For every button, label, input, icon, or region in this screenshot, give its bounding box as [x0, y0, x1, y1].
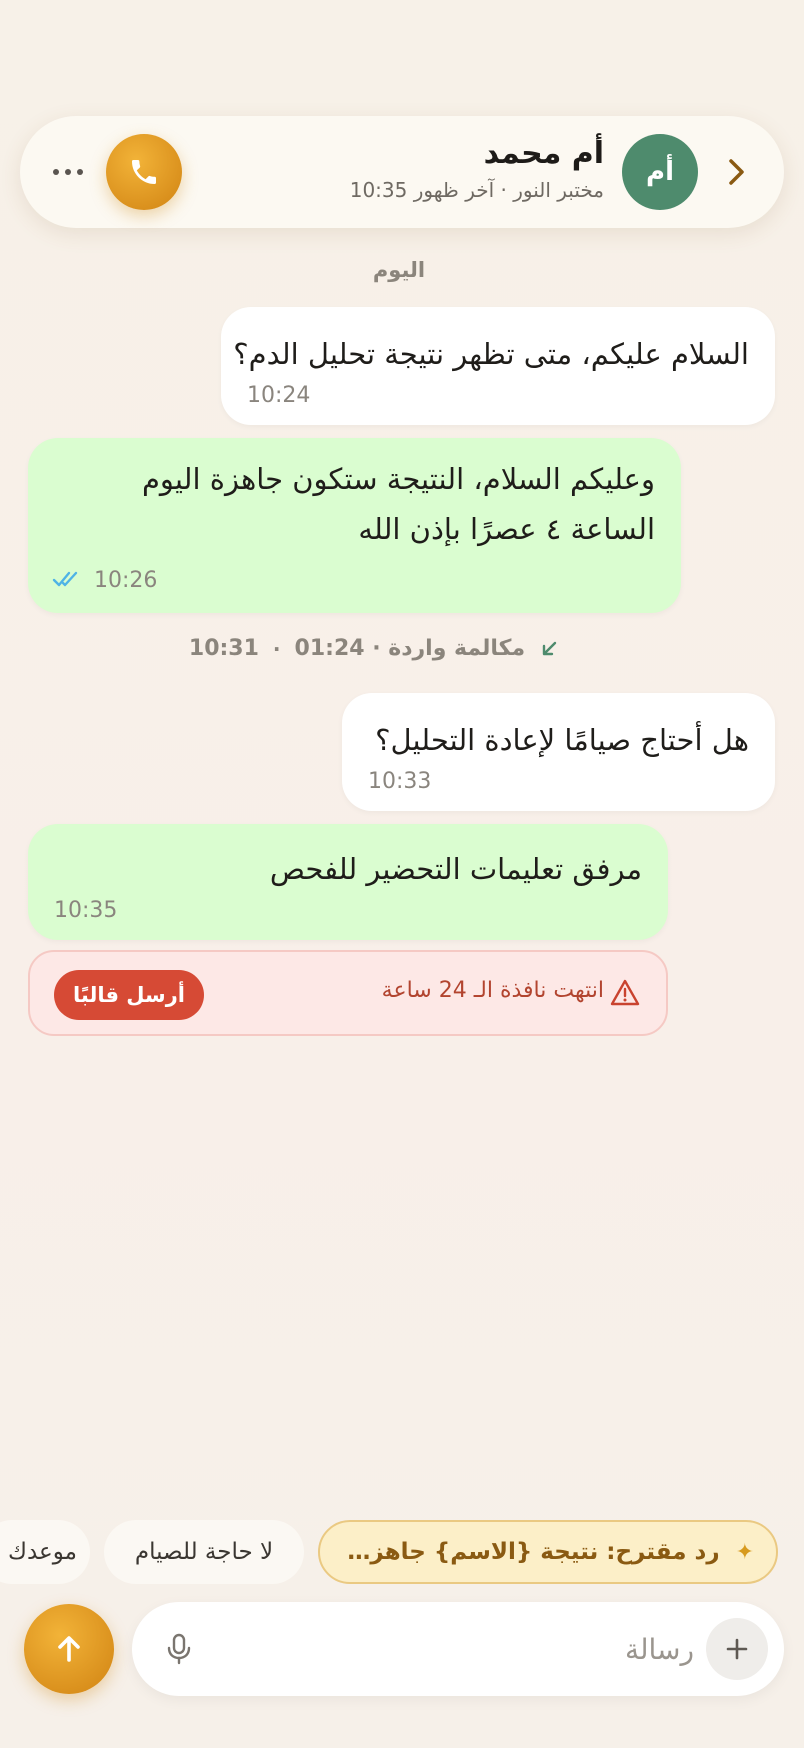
sparkle-icon: ✦ — [735, 1539, 754, 1565]
call-event-time: 10:31 — [188, 636, 259, 661]
attach-button[interactable] — [706, 1618, 768, 1680]
send-button[interactable] — [24, 1604, 114, 1694]
arrow-up-icon — [58, 1636, 80, 1662]
send-template-button[interactable]: أرسل قالبًا — [54, 970, 204, 1020]
more-icon-dot — [77, 169, 83, 175]
message-time: 10:26 — [94, 568, 158, 593]
arrow-down-left-icon — [542, 641, 557, 655]
call-event: 10:31 · مكالمة واردة · 01:24 — [0, 636, 804, 661]
message-bubble-incoming[interactable]: هل أحتاج صيامًا لإعادة التحليل؟ 10:33 — [342, 693, 775, 811]
message-bubble-incoming[interactable]: السلام عليكم، متى تظهر نتيجة تحليل الدم؟… — [221, 307, 775, 425]
back-button[interactable] — [716, 152, 756, 192]
call-button[interactable] — [106, 134, 182, 210]
message-time: 10:35 — [54, 898, 118, 923]
message-bubble-outgoing[interactable]: مرفق تعليمات التحضير للفحص 10:35 — [28, 824, 668, 940]
message-text: هل أحتاج صيامًا لإعادة التحليل؟ — [375, 723, 749, 757]
message-composer — [132, 1602, 784, 1696]
double-check-icon — [52, 571, 78, 587]
avatar-initials: أم — [646, 157, 674, 187]
contact-subtitle: مختبر النور · آخر ظهور 10:35 — [349, 178, 604, 202]
phone-icon — [132, 160, 156, 184]
warning-text: انتهت نافذة الـ 24 ساعة — [381, 978, 604, 1003]
plus-icon — [726, 1638, 748, 1660]
chip-label: رد مقترح: نتيجة {الاسم} جاهزة اليوم... — [338, 1539, 720, 1565]
day-label: اليوم — [372, 258, 426, 282]
separator-dot: · — [272, 636, 281, 661]
quick-reply-chip[interactable]: لا حاجة للصيام — [104, 1520, 304, 1584]
more-icon-dot — [65, 169, 71, 175]
call-event-label: مكالمة واردة · 01:24 — [294, 636, 526, 661]
quick-reply-chip[interactable]: موعدك — [0, 1520, 90, 1584]
message-text: السلام عليكم، متى تظهر نتيجة تحليل الدم؟ — [233, 337, 749, 371]
chat-header: أم محمد مختبر النور · آخر ظهور 10:35 أم — [20, 116, 784, 228]
message-bubble-outgoing[interactable]: وعليكم السلام، النتيجة ستكون جاهزة اليوم… — [28, 438, 681, 613]
message-text: وعليكم السلام، النتيجة ستكون جاهزة اليوم… — [141, 462, 655, 546]
message-input[interactable] — [222, 1626, 694, 1672]
contact-name[interactable]: أم محمد — [484, 136, 604, 171]
chip-label: لا حاجة للصيام — [134, 1539, 274, 1565]
warning-triangle-icon — [610, 979, 640, 1006]
chip-label: موعدك — [8, 1539, 77, 1565]
message-text: مرفق تعليمات التحضير للفحص — [269, 852, 642, 886]
session-expired-warning: أرسل قالبًا انتهت نافذة الـ 24 ساعة — [28, 950, 668, 1036]
more-options-button[interactable] — [48, 156, 88, 188]
microphone-icon[interactable] — [160, 1630, 198, 1668]
message-time: 10:33 — [368, 769, 432, 794]
chevron-right-icon — [729, 159, 744, 185]
avatar[interactable]: أم — [622, 134, 698, 210]
message-time: 10:24 — [247, 383, 311, 408]
more-icon — [53, 169, 59, 175]
day-separator: اليوم — [0, 258, 804, 282]
suggested-reply-chip[interactable]: ✦ رد مقترح: نتيجة {الاسم} جاهزة اليوم... — [318, 1520, 778, 1584]
